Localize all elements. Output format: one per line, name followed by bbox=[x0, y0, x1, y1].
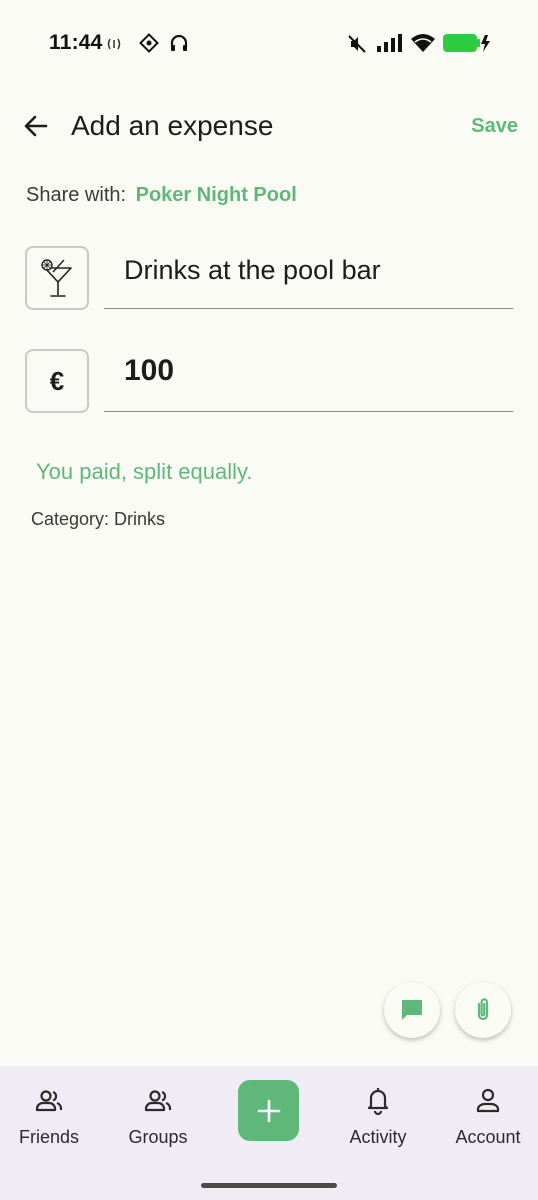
share-with-label: Share with: bbox=[26, 184, 127, 206]
nfc-icon bbox=[106, 36, 124, 57]
back-button[interactable] bbox=[20, 110, 52, 142]
share-with-row: Share with: Poker Night Pool bbox=[26, 184, 297, 207]
nav-groups[interactable]: Groups bbox=[110, 1084, 206, 1148]
group-link[interactable]: Poker Night Pool bbox=[136, 184, 297, 206]
nav-friends-label: Friends bbox=[18, 1127, 80, 1147]
status-time: 11:44 bbox=[49, 31, 103, 54]
split-options-link[interactable]: You paid, split equally. bbox=[36, 459, 253, 485]
currency-symbol: € bbox=[49, 365, 65, 396]
note-icon bbox=[402, 1000, 422, 1020]
account-icon bbox=[476, 1088, 500, 1113]
friends-icon bbox=[35, 1090, 63, 1112]
amount-field[interactable]: 100 bbox=[104, 348, 513, 412]
add-expense-button[interactable] bbox=[238, 1080, 299, 1141]
plus-icon bbox=[257, 1099, 280, 1122]
cocktail-icon bbox=[41, 259, 72, 297]
save-button[interactable]: Save bbox=[471, 115, 518, 138]
attachment-icon bbox=[477, 998, 489, 1021]
category-label: Category: Drinks bbox=[31, 509, 166, 529]
nav-account-label: Account bbox=[455, 1127, 521, 1147]
description-value: Drinks at the pool bar bbox=[124, 255, 381, 285]
amount-value: 100 bbox=[124, 354, 175, 387]
attach-button[interactable] bbox=[455, 982, 511, 1038]
wifi-icon bbox=[410, 33, 436, 58]
app-icon bbox=[139, 33, 159, 58]
home-indicator[interactable] bbox=[201, 1183, 337, 1188]
arrow-left-icon bbox=[24, 115, 48, 137]
nav-groups-label: Groups bbox=[128, 1127, 188, 1147]
nav-activity[interactable]: Activity bbox=[330, 1084, 426, 1148]
description-field[interactable]: Drinks at the pool bar bbox=[104, 245, 513, 309]
groups-icon bbox=[144, 1090, 172, 1112]
category-button[interactable] bbox=[25, 246, 89, 310]
nav-account[interactable]: Account bbox=[440, 1084, 536, 1148]
bottom-navigation: Friends Groups Activity Account bbox=[0, 1066, 538, 1200]
nav-activity-label: Activity bbox=[349, 1127, 407, 1147]
nav-friends[interactable]: Friends bbox=[1, 1084, 97, 1148]
status-bar: 11:44 bbox=[0, 0, 538, 86]
add-note-button[interactable] bbox=[384, 982, 440, 1038]
bell-icon bbox=[367, 1088, 389, 1116]
mute-icon bbox=[347, 34, 367, 59]
headphones-icon bbox=[169, 33, 189, 58]
app-bar: Add an expense Save bbox=[0, 96, 538, 156]
page-title: Add an expense bbox=[71, 110, 274, 141]
battery-charging-icon bbox=[443, 33, 491, 58]
signal-icon bbox=[377, 34, 403, 57]
currency-button[interactable]: € bbox=[25, 349, 89, 413]
